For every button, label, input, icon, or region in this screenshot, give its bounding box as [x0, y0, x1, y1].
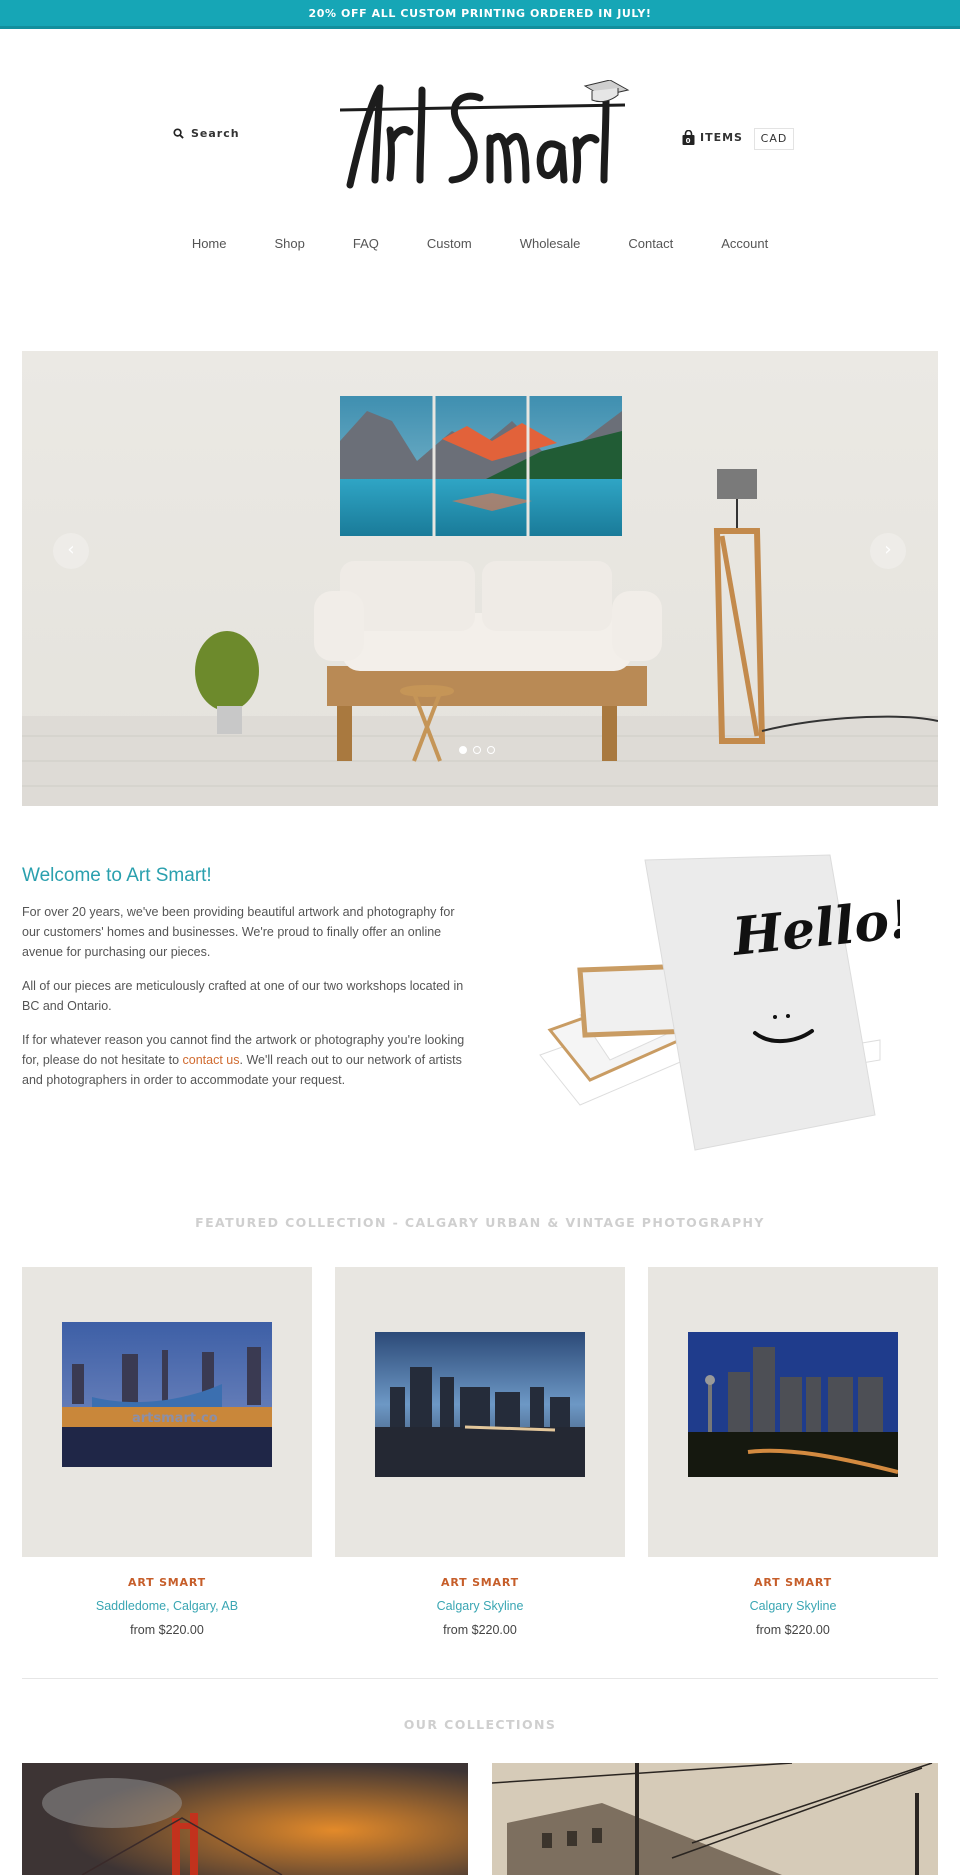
slide-dot-3[interactable] — [487, 746, 495, 754]
product-card[interactable]: ART SMART Calgary Skyline from $220.00 — [335, 1267, 625, 1637]
product-vendor: ART SMART — [128, 1576, 206, 1589]
product-vendor: ART SMART — [441, 1576, 519, 1589]
mountain-triptych — [340, 396, 622, 536]
hello-canvas-image: Hello! — [539, 854, 900, 1151]
site-logo[interactable] — [340, 80, 630, 195]
vintage-street-photo — [492, 1763, 938, 1875]
product-price: from $220.00 — [130, 1623, 204, 1637]
featured-collection-title: FEATURED COLLECTION - CALGARY URBAN & VI… — [195, 1215, 765, 1230]
search-label: Search — [191, 127, 240, 140]
saddledome-photo: artsmart.co — [62, 1322, 272, 1467]
site-header: Search 0 ITEMS CAD Home Shop FAQ Custom … — [0, 0, 960, 280]
calgary-skyline-dusk-photo — [375, 1332, 585, 1477]
search-icon — [173, 128, 184, 139]
cart-button[interactable]: 0 ITEMS — [682, 130, 743, 145]
nav-item-wholesale[interactable]: Wholesale — [496, 236, 605, 251]
product-title[interactable]: Calgary Skyline — [648, 1599, 938, 1613]
welcome-paragraph-3: If for whatever reason you cannot find t… — [22, 1030, 472, 1090]
collection-card-golden-gate[interactable] — [22, 1763, 468, 1875]
nav-item-shop[interactable]: Shop — [251, 236, 329, 251]
nav-item-faq[interactable]: FAQ — [329, 236, 403, 251]
cart-label: ITEMS — [700, 131, 743, 144]
section-divider — [22, 1678, 938, 1679]
product-price: from $220.00 — [443, 1623, 517, 1637]
collections-grid — [22, 1763, 938, 1875]
hero-slide-dots — [459, 746, 495, 754]
product-price: from $220.00 — [756, 1623, 830, 1637]
product-image[interactable] — [648, 1267, 938, 1557]
product-card[interactable]: ART SMART Calgary Skyline from $220.00 — [648, 1267, 938, 1637]
watermark-text: artsmart.co — [132, 1411, 218, 1426]
hero-slide-image — [22, 351, 938, 806]
product-vendor: ART SMART — [754, 1576, 832, 1589]
product-title[interactable]: Saddledome, Calgary, AB — [22, 1599, 312, 1613]
shopping-bag-icon: 0 — [682, 130, 695, 145]
main-nav: Home Shop FAQ Custom Wholesale Contact A… — [0, 236, 960, 251]
product-image[interactable] — [335, 1267, 625, 1557]
welcome-paragraph-2: All of our pieces are meticulously craft… — [22, 979, 464, 1013]
nav-item-custom[interactable]: Custom — [403, 236, 496, 251]
nav-item-account[interactable]: Account — [697, 236, 792, 251]
currency-selector[interactable]: CAD — [754, 128, 794, 150]
product-title[interactable]: Calgary Skyline — [335, 1599, 625, 1613]
hero-slideshow — [22, 351, 938, 806]
slide-dot-1[interactable] — [459, 746, 467, 754]
search-button[interactable]: Search — [173, 127, 240, 140]
welcome-body: For over 20 years, we've been providing … — [22, 902, 472, 1104]
welcome-title: Welcome to Art Smart! — [22, 865, 212, 886]
hero-prev-button[interactable]: ‹ — [53, 533, 89, 569]
collection-card-vintage[interactable] — [492, 1763, 938, 1875]
graduation-cap-icon — [583, 80, 630, 103]
product-card[interactable]: artsmart.co ART SMART Saddledome, Calgar… — [22, 1267, 312, 1637]
nav-item-home[interactable]: Home — [168, 236, 251, 251]
golden-gate-bridge-photo — [22, 1763, 468, 1875]
hero-next-button[interactable]: › — [870, 533, 906, 569]
welcome-paragraph-1: For over 20 years, we've been providing … — [22, 905, 455, 959]
calgary-skyline-night-photo — [688, 1332, 898, 1477]
slide-dot-2[interactable] — [473, 746, 481, 754]
product-image[interactable]: artsmart.co — [22, 1267, 312, 1557]
cart-count: 0 — [686, 137, 692, 145]
contact-us-link[interactable]: contact us — [183, 1053, 240, 1067]
our-collections-title: OUR COLLECTIONS — [403, 1717, 557, 1732]
nav-item-contact[interactable]: Contact — [604, 236, 697, 251]
featured-products: artsmart.co ART SMART Saddledome, Calgar… — [22, 1267, 938, 1637]
